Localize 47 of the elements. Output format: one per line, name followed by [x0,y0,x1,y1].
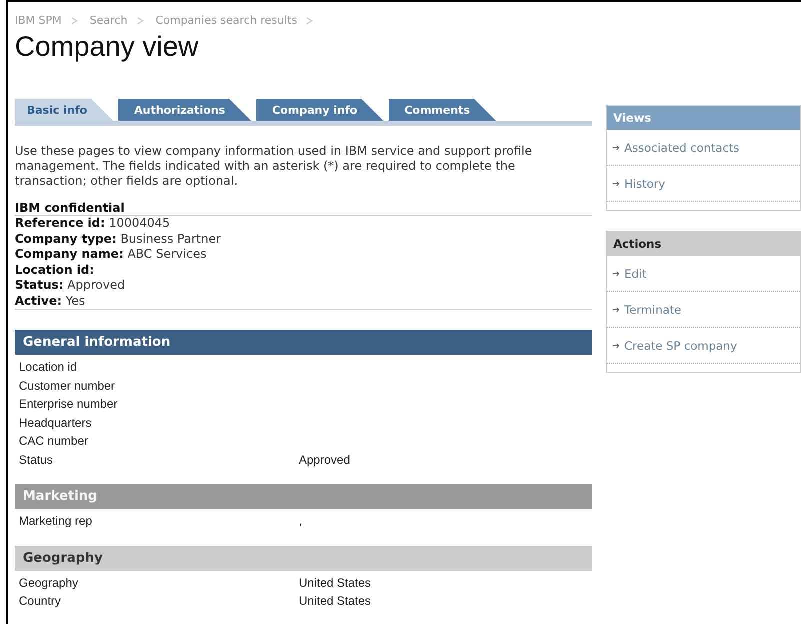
section-heading: IBM confidential [15,201,592,216]
breadcrumb-link[interactable]: IBM SPM [15,14,62,27]
arrow-icon [612,342,620,348]
field-label: Customer number [19,378,116,393]
page-title: Company view [15,31,200,63]
field-label: Location id [19,360,78,374]
field-label: Geography [19,576,80,590]
field-label: Headquarters [19,416,93,430]
field-value: , [299,514,302,528]
tab[interactable]: Authorizations [118,99,252,121]
breadcrumb-link[interactable]: Search [90,14,128,27]
section-header: Marketing [15,484,592,509]
sidebar-link[interactable]: Edit [624,266,647,280]
tab[interactable]: Basic info [15,99,114,121]
intro-text: Use these pages to view company information used in IBM service and support profile management. The fields indicated with an asterisk (*) are required to complete the transaction; other fields are optional. [15,144,534,189]
detail-field: Company type: Business Partner [15,232,592,247]
detail-field: Status: Approved [15,278,592,294]
chevron-icon [136,16,145,24]
chevron-icon [306,16,314,24]
sidebar-link[interactable]: History [624,176,666,190]
detail-field: Active: Yes [15,294,592,309]
arrow-icon [612,144,620,150]
field-label: Country [19,594,62,608]
tab[interactable]: Comments [388,99,496,121]
field-value: United States [299,594,372,608]
panel-header: Actions [606,232,800,256]
field-value: Approved [299,452,350,467]
detail-field: Company name: ABC Services [15,247,592,262]
sidebar-link[interactable]: Create SP company [624,338,738,352]
breadcrumb-link[interactable]: Companies search results [156,14,298,27]
field-value: United States [299,576,372,590]
field-label: Status [19,452,54,467]
field-label: CAC number [19,434,90,448]
section-header: General information [15,330,592,355]
sidebar-link[interactable]: Terminate [624,302,682,316]
arrow-icon [612,180,620,186]
field-label: Enterprise number [19,397,119,412]
sidebar-link[interactable]: Associated contacts [624,140,740,154]
detail-field: Reference id: 10004045 [15,216,592,232]
panel-header: Views [606,106,800,130]
arrow-icon [612,306,620,312]
chevron-icon [70,16,79,24]
tab[interactable]: Company info [256,99,384,121]
field-label: Marketing rep [19,514,94,528]
section-header: Geography [15,546,592,570]
arrow-icon [612,270,620,276]
detail-field: Location id: [15,262,592,278]
